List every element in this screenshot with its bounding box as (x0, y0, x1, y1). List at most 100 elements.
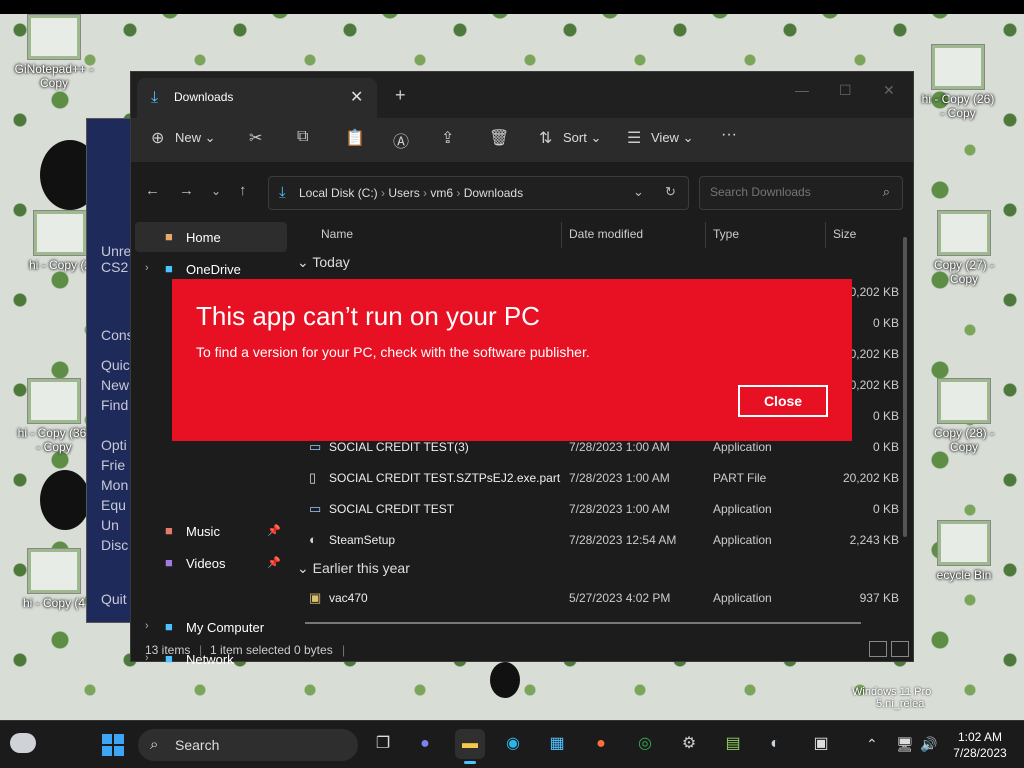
paste-icon[interactable]: 📋 (345, 128, 365, 148)
vertical-scrollbar[interactable] (903, 237, 907, 537)
column-divider[interactable] (825, 222, 826, 248)
expand-icon[interactable]: › (145, 620, 149, 632)
forward-icon[interactable]: → (179, 182, 194, 199)
volume-icon[interactable]: 🔊 (920, 736, 937, 753)
edge-icon[interactable]: ◉ (498, 729, 528, 759)
close-tab-icon[interactable]: ✕ (350, 87, 363, 107)
tiles-view-icon[interactable] (891, 641, 909, 657)
refresh-icon[interactable]: ↻ (665, 184, 676, 200)
file-type: Application (713, 502, 772, 516)
start-button[interactable] (102, 734, 124, 756)
breadcrumb-item[interactable]: Users (388, 186, 419, 200)
new-icon[interactable]: ⊕ (151, 128, 164, 148)
cs-app-icon[interactable]: ▣ (806, 729, 836, 759)
sidebar-item-music[interactable]: ■ Music 📌 (135, 516, 287, 546)
weather-widget-icon[interactable] (10, 733, 36, 753)
sidebar-item-home[interactable]: ■ Home (135, 222, 287, 252)
recent-locations-icon[interactable]: ⌄ (211, 184, 221, 198)
firefox-icon[interactable]: ● (586, 729, 616, 759)
sort-icon[interactable]: ⇅ (539, 128, 552, 148)
column-header-name[interactable]: Name (321, 227, 353, 241)
selected-count: 1 item selected (210, 643, 291, 657)
desktop-icon[interactable]: Copy (28) - Copy (924, 378, 1004, 454)
group-header-today[interactable]: ⌄ Today (297, 254, 350, 271)
sidebar-item-videos[interactable]: ■ Videos 📌 (135, 548, 287, 578)
windows-logo-square (114, 734, 124, 744)
cut-icon[interactable]: ✂ (249, 128, 262, 148)
breadcrumb-item[interactable]: vm6 (430, 186, 453, 200)
maximize-icon[interactable]: ☐ (839, 82, 852, 99)
table-row[interactable]: ▭ SOCIAL CREDIT TEST 7/28/2023 1:00 AM Appl… (305, 497, 905, 523)
file-thumbnail-icon (937, 210, 991, 256)
file-date: 7/28/2023 12:54 AM (569, 533, 677, 547)
background-window-text: Quic (101, 357, 130, 373)
file-explorer-icon[interactable]: ▬ (455, 729, 485, 764)
desktop-icon[interactable]: GiNotepad++ - Copy (14, 14, 94, 90)
copy-icon[interactable]: ⧉ (297, 128, 308, 146)
desktop-icon-label: hi - Copy (26) - Copy (921, 92, 995, 120)
cloud-icon: ■ (165, 261, 173, 276)
task-view-icon[interactable]: ❐ (368, 729, 398, 759)
close-button[interactable]: Close (738, 385, 828, 417)
file-date: 7/28/2023 1:00 AM (569, 502, 670, 516)
breadcrumb-item[interactable]: Local Disk (C:) (299, 186, 378, 200)
new-button[interactable]: New ⌄ (175, 130, 216, 146)
new-label: New (175, 130, 202, 145)
breadcrumb-separator-icon[interactable]: › (420, 186, 431, 200)
address-bar[interactable]: ⤓ Local Disk (C:) › Users › vm6 › Downlo… (268, 176, 689, 210)
table-row[interactable]: ▯ SOCIAL CREDIT TEST.SZTPsEJ2.exe.part 7/2… (305, 466, 905, 492)
view-button[interactable]: View ⌄ (651, 130, 693, 146)
desktop-icon-label: GiNotepad++ - Copy (14, 62, 94, 90)
chat-icon[interactable]: ● (410, 729, 440, 759)
home-icon: ■ (165, 229, 173, 244)
desktop-icon[interactable]: ecycle Bin (924, 520, 1004, 582)
more-options-button[interactable]: ··· (721, 126, 737, 144)
show-hidden-icons[interactable]: ⌃ (866, 736, 878, 753)
breadcrumb-item[interactable]: Downloads (464, 186, 523, 200)
close-window-icon[interactable]: ✕ (883, 82, 895, 99)
rename-icon[interactable]: Ⓐ (393, 128, 409, 152)
column-header-date[interactable]: Date modified (569, 227, 643, 241)
settings-icon[interactable]: ⚙ (674, 729, 704, 759)
chrome-icon[interactable]: ◎ (630, 729, 660, 759)
desktop-icon-label: hi - Copy (36) - Copy (17, 426, 91, 454)
group-header-earlier[interactable]: ⌄ Earlier this year (297, 560, 410, 577)
desktop-icon[interactable]: hi - Copy (26) - Copy (918, 44, 998, 120)
clock[interactable]: 1:02 AM 7/28/2023 (940, 729, 1020, 761)
group-label: Earlier this year (312, 560, 410, 576)
tab-downloads[interactable]: ⤓ Downloads ✕ (137, 78, 377, 118)
sort-button[interactable]: Sort ⌄ (563, 130, 601, 146)
breadcrumb-separator-icon[interactable]: › (378, 186, 389, 200)
back-icon[interactable]: ← (145, 182, 160, 199)
network-icon[interactable]: 🖥 (896, 736, 914, 753)
share-icon[interactable]: ⇪ (441, 128, 454, 148)
up-icon[interactable]: ↑ (239, 182, 247, 199)
column-divider[interactable] (561, 222, 562, 248)
search-input[interactable] (710, 185, 870, 199)
table-row[interactable]: ▣ vac470 5/27/2023 4:02 PM Application 937 K… (305, 586, 905, 612)
horizontal-scrollbar[interactable] (305, 622, 861, 624)
desktop-icon[interactable]: hi - Copy (36) - Copy (14, 378, 94, 454)
file-date: 7/28/2023 1:00 AM (569, 471, 670, 485)
expand-icon[interactable]: › (145, 262, 149, 274)
table-row[interactable]: ◐ SteamSetup 7/28/2023 12:54 AM Application… (305, 528, 905, 554)
delete-icon[interactable]: 🗑 (489, 128, 509, 148)
steam-icon[interactable]: ◐ (760, 729, 790, 759)
column-header-type[interactable]: Type (713, 227, 739, 241)
breadcrumb-separator-icon[interactable]: › (453, 186, 464, 200)
minimize-icon[interactable]: — (795, 82, 809, 98)
details-view-icon[interactable] (869, 641, 887, 657)
new-tab-icon[interactable]: + (395, 85, 406, 106)
background-window-text: Mon (101, 477, 129, 493)
store-icon[interactable]: ▦ (542, 729, 572, 759)
notepad-plus-plus-icon[interactable]: ▤ (718, 729, 748, 759)
column-divider[interactable] (705, 222, 706, 248)
taskbar-search[interactable]: ⌕ Search (138, 729, 358, 761)
address-dropdown-icon[interactable]: ⌄ (633, 184, 644, 200)
desktop-icon[interactable]: hi - Copy (4 (14, 548, 94, 610)
view-icon[interactable]: ☰ (627, 128, 641, 148)
column-header-size[interactable]: Size (833, 227, 856, 241)
search-box[interactable]: ⌕ (699, 176, 903, 210)
desktop-icon[interactable]: Copy (27) - Copy (924, 210, 1004, 286)
status-divider: | (199, 643, 203, 657)
